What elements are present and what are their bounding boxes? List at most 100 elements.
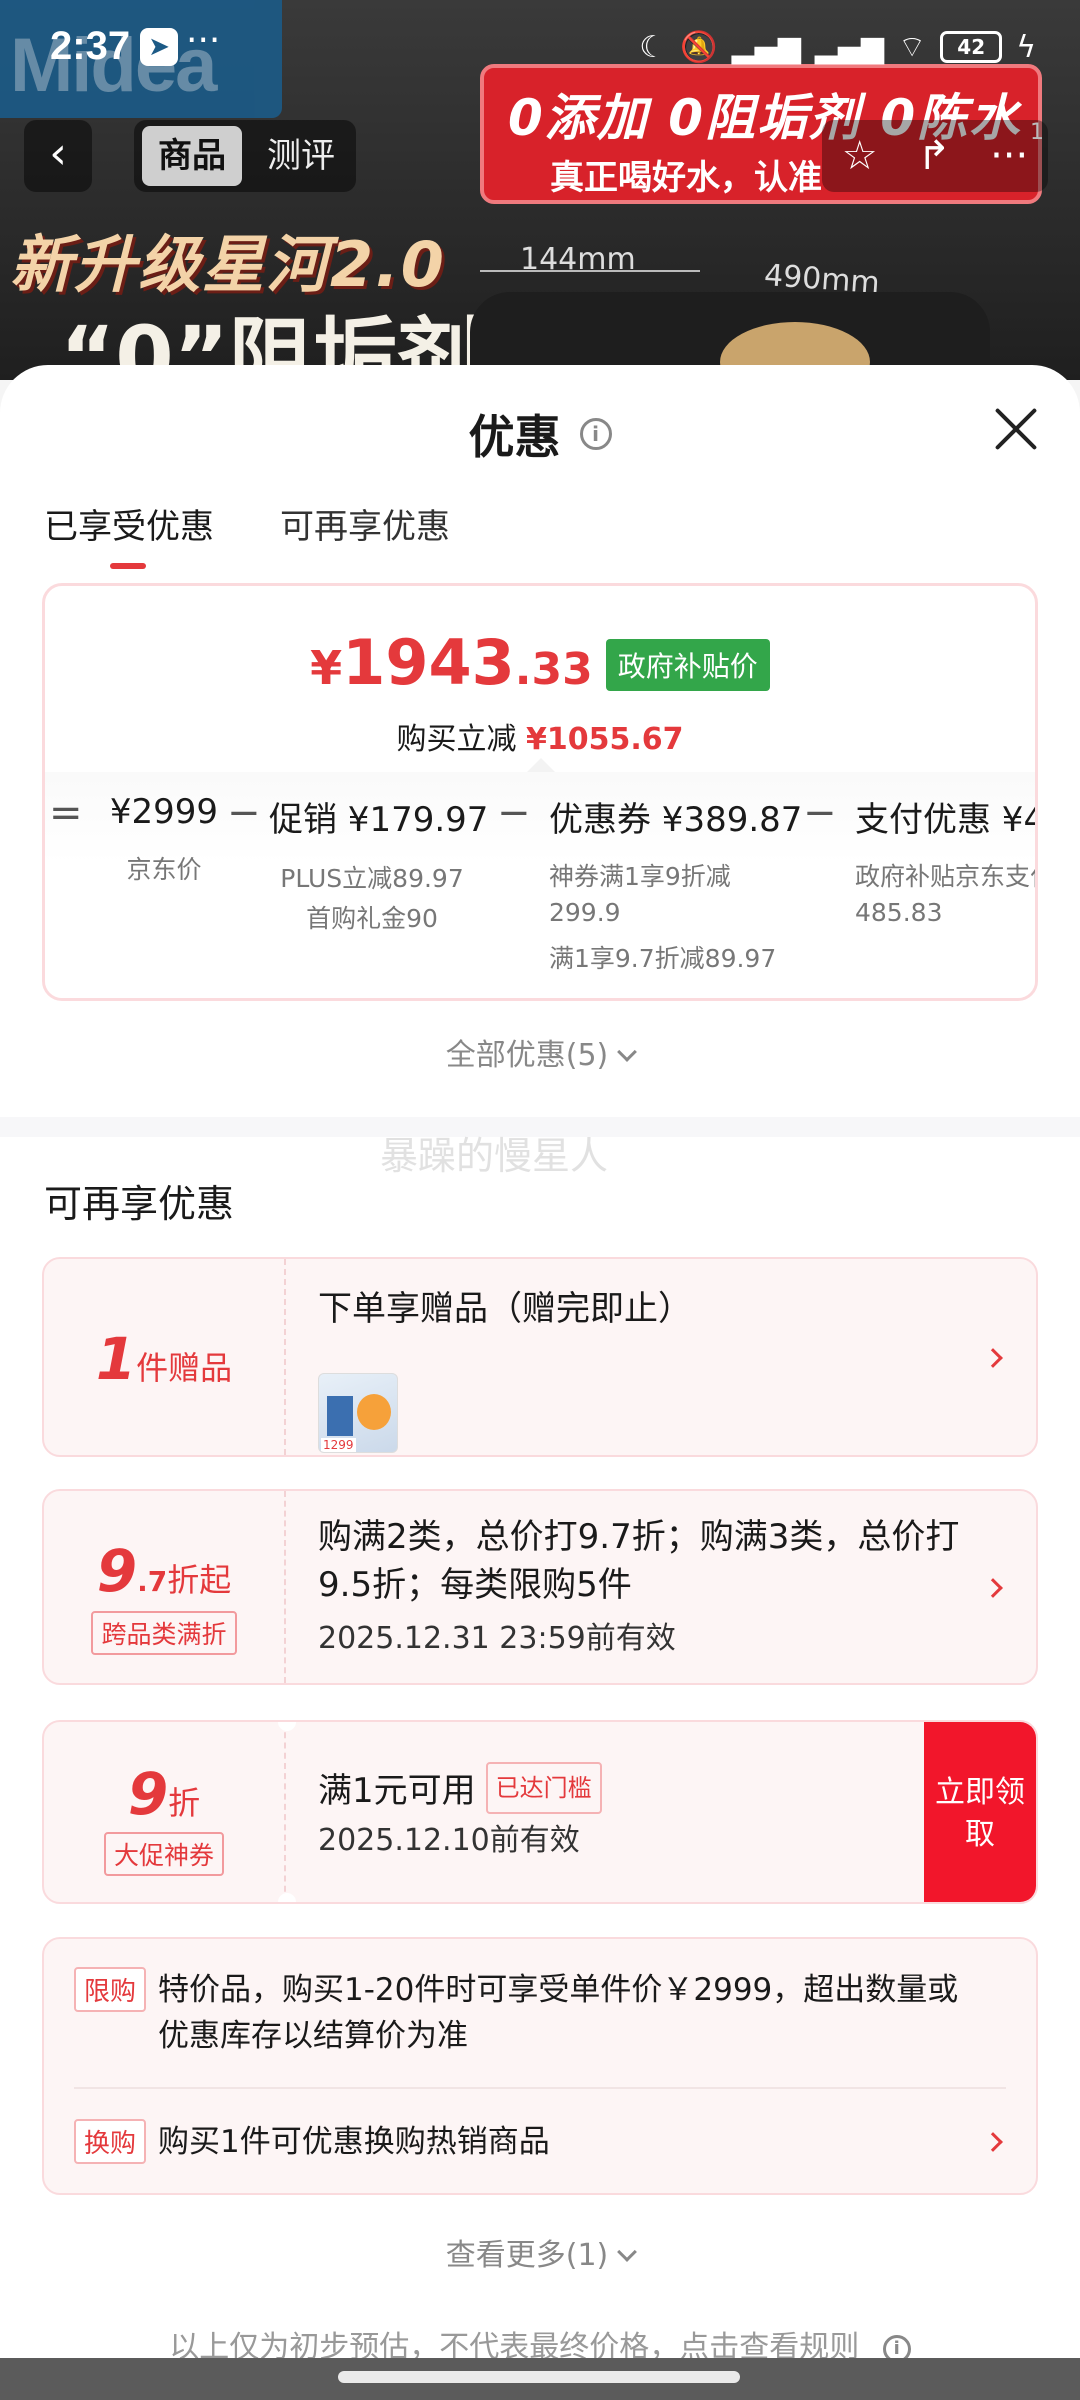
message-badge: 1: [1030, 120, 1044, 145]
coupon-number: 9: [127, 1760, 169, 1828]
divider: [74, 2087, 1006, 2089]
big-promo-coupon[interactable]: 9折 大促神券 满1元可用 已达门槛 2025.12.10前有效 立即领取: [42, 1720, 1038, 1904]
breakdown-sub: 京东价: [126, 855, 202, 884]
gift-coupon[interactable]: 1件赠品 下单享赠品（赠完即止） 1299: [42, 1257, 1038, 1457]
chevron-right-icon: [983, 1578, 1003, 1598]
back-button[interactable]: ‹: [24, 120, 92, 192]
coupon-right: 满1元可用 已达门槛 2025.12.10前有效: [318, 1762, 906, 1859]
more-icon[interactable]: ···: [990, 133, 1028, 179]
all-offers-label: 全部优惠(5): [445, 1038, 609, 1073]
coupon-unit: 件赠品: [136, 1349, 233, 1387]
breakdown-jd-price: ¥2999 京东价: [99, 792, 229, 890]
favorite-star-icon[interactable]: ☆: [842, 133, 878, 179]
home-gesture-handle[interactable]: [338, 2371, 740, 2383]
tab-review[interactable]: 测评: [254, 126, 348, 186]
footer-text: 以上仅为初步预估，不代表最终价格，点击查看规则: [169, 2330, 860, 2359]
trade-in-tag: 换购: [74, 2119, 147, 2164]
sheet-header: 优惠 i: [0, 401, 1080, 477]
watermark: 暴躁的慢星人: [380, 1134, 609, 1178]
breakdown-sub-line: 政府补贴京东支付: [855, 862, 1038, 891]
signal-icon-2: ▂▄▆: [814, 29, 884, 65]
thumb-price: 1299: [321, 1438, 356, 1452]
cross-category-discount[interactable]: 9.7折起 跨品类满折 购满2类，总价打9.7折；购满3类，总价打9.5折；每类…: [42, 1489, 1038, 1685]
banner-subline: 真正喝好水，认准: [550, 158, 822, 198]
section-title: 可再享优惠: [44, 1182, 235, 1226]
coupon-left: 1件赠品: [44, 1259, 286, 1455]
breakdown-payment: 支付优惠 ¥485.83 政府补贴京东支付 485.83: [855, 792, 1038, 931]
info-icon: i: [882, 2334, 911, 2359]
breakdown-sub-line: PLUS立减89.97: [280, 864, 464, 893]
operator-minus: −: [227, 790, 261, 836]
breakdown-sub-line: 299.9: [549, 898, 621, 927]
paper-plane-icon: ➤: [140, 28, 178, 66]
coupon-unit: 折起: [167, 1561, 232, 1599]
see-more-label: 查看更多(1): [445, 2238, 609, 2273]
price-integer: 1943: [342, 626, 515, 699]
breakdown-sub-line: 首购礼金90: [306, 904, 438, 933]
coupon-number: 1: [95, 1325, 137, 1393]
offers-sheet: 优惠 i 已享受优惠 可再享优惠 ¥1943.33 政府补贴价 购买立减 ¥10…: [0, 365, 1080, 2359]
breakdown-sub-line: 神券满1享9折减: [549, 862, 731, 891]
chevron-right-icon: [983, 1348, 1003, 1368]
breakdown-main: 促销 ¥179.97: [269, 800, 489, 840]
close-button[interactable]: [992, 405, 1040, 453]
coupon-validity: 2025.12.10前有效: [318, 1823, 580, 1858]
more-notifications-icon: ···: [186, 20, 221, 61]
purchase-rules-card: 限购 特价品，购买1-20件时可享受单件价￥2999，超出数量或优惠库存以结算价为…: [42, 1937, 1038, 2195]
dimension-width: 144mm: [520, 242, 636, 277]
coupon-validity: 2025.12.31 23:59前有效: [318, 1621, 676, 1656]
claim-button[interactable]: 立即领取: [924, 1722, 1036, 1902]
breakdown-main: ¥2999: [109, 792, 219, 832]
coupon-title-row: 满1元可用 已达门槛: [318, 1762, 906, 1815]
reduction-amount: ¥1055.67: [526, 722, 684, 757]
status-time: 2:37: [50, 24, 131, 68]
coupon-tag: 跨品类满折: [91, 1611, 237, 1655]
operator-minus: −: [497, 790, 531, 836]
charging-icon: ϟ: [1016, 29, 1036, 65]
chevron-down-icon: [617, 2242, 638, 2262]
gift-thumbnail[interactable]: 1299: [318, 1373, 398, 1453]
breakdown-sub: 神券满1享9折减 299.9 满1享9.7折减89.97: [549, 859, 799, 977]
wifi-icon: ⌔: [898, 30, 927, 65]
tab-more-offers[interactable]: 可再享优惠: [280, 495, 450, 575]
product-tabs: 商品 测评: [134, 120, 356, 192]
price-currency: ¥: [310, 641, 343, 695]
reduction-label: 购买立减: [396, 722, 517, 757]
mute-icon: 🔕: [680, 29, 718, 65]
coupon-number: 9: [96, 1537, 138, 1605]
footer-note[interactable]: 以上仅为初步预估，不代表最终价格，点击查看规则 i: [0, 2322, 1080, 2359]
breakdown-main: 优惠券 ¥389.87: [549, 800, 803, 840]
breakdown-sub-line: 485.83: [855, 898, 943, 927]
info-icon[interactable]: i: [579, 418, 612, 450]
signal-icon: ▂▄▆: [731, 29, 801, 65]
share-icon[interactable]: ↱: [917, 133, 951, 179]
coupon-tag-wrap: 跨品类满折: [44, 1611, 284, 1655]
coupon-unit: 折: [168, 1784, 201, 1822]
coupon-decimal: .7: [137, 1565, 168, 1598]
price-breakdown[interactable]: = ¥2999 京东价 − 促销 ¥179.97 PLUS立减89.97 首购礼…: [45, 772, 1038, 998]
operator-equals: =: [49, 790, 83, 836]
tab-enjoyed-offers[interactable]: 已享受优惠: [44, 495, 214, 575]
coupon-left: 9折 大促神券: [44, 1722, 286, 1902]
tab-product[interactable]: 商品: [142, 126, 242, 186]
action-box: ☆ ↱ ···: [822, 120, 1048, 192]
status-icons: ☾ 🔕 ▂▄▆ ▂▄▆ ⌔ 42 ϟ: [639, 28, 1036, 66]
breakdown-sub: 政府补贴京东支付 485.83: [855, 859, 1038, 931]
breakdown-main: 支付优惠 ¥485.83: [855, 800, 1035, 840]
limit-tag: 限购: [74, 1967, 147, 2012]
battery-icon: 42: [940, 31, 1003, 63]
status-bar: 2:37 ➤ ··· ☾ 🔕 ▂▄▆ ▂▄▆ ⌔ 42 ϟ: [0, 0, 1080, 92]
gov-subsidy-tag: 政府补贴价: [605, 639, 770, 691]
sheet-title: 优惠: [468, 410, 561, 464]
coupon-title: 购满2类，总价打9.7折；购满3类，总价打9.5折；每类限购5件: [318, 1517, 960, 1605]
chevron-right-icon: [983, 2132, 1003, 2152]
operator-minus: −: [803, 790, 837, 836]
threshold-reached-badge: 已达门槛: [485, 1762, 602, 1814]
see-more-link[interactable]: 查看更多(1): [0, 2230, 1080, 2274]
trade-in-row[interactable]: 换购 购买1件可优惠换购热销商品: [74, 2119, 1006, 2165]
all-offers-link[interactable]: 全部优惠(5): [0, 1030, 1080, 1074]
coupon-left: 9.7折起 跨品类满折: [44, 1491, 286, 1683]
coupon-right: 下单享赠品（赠完即止） 1299: [318, 1285, 976, 1453]
breakdown-sub: PLUS立减89.97 首购礼金90: [269, 859, 475, 939]
final-price: ¥1943.33 政府补贴价: [45, 626, 1035, 699]
